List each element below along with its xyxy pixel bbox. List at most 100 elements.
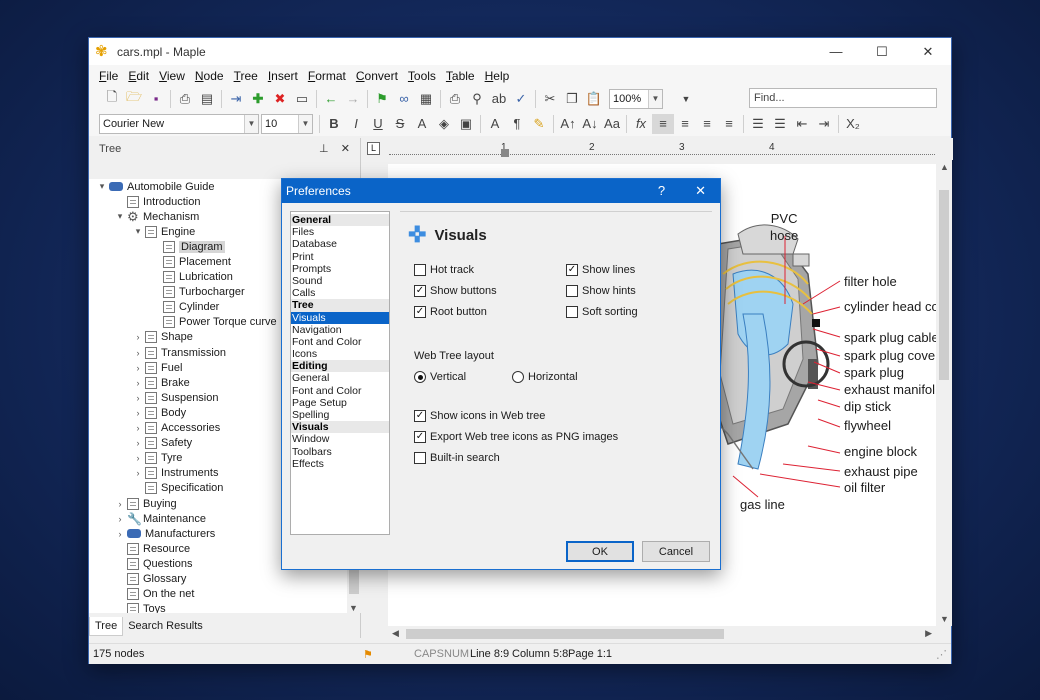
paragraph-icon[interactable]: ¶: [506, 114, 528, 134]
menu-tools[interactable]: Tools: [408, 69, 436, 83]
menu-convert[interactable]: Convert: [356, 69, 398, 83]
expander-icon[interactable]: ›: [133, 363, 143, 373]
rename-icon[interactable]: ▭: [291, 89, 313, 109]
strikethrough-icon[interactable]: S: [389, 114, 411, 134]
expander-icon[interactable]: ▾: [133, 226, 143, 237]
menu-view[interactable]: View: [159, 69, 185, 83]
horizontal-scroll-thumb[interactable]: [406, 629, 724, 639]
expander-icon[interactable]: ›: [133, 393, 143, 403]
open-folder-icon[interactable]: 🗁: [123, 89, 145, 109]
grow-font-icon[interactable]: A↑: [557, 114, 579, 134]
replace-icon[interactable]: ab: [488, 89, 510, 109]
close-icon[interactable]: ✕: [341, 143, 350, 155]
underline-icon[interactable]: U: [367, 114, 389, 134]
increase-indent-icon[interactable]: ⇥: [813, 114, 835, 134]
pin-icon[interactable]: ⊥: [319, 143, 329, 155]
function-icon[interactable]: fx: [630, 114, 652, 134]
scroll-up-icon[interactable]: ▲: [940, 162, 949, 172]
category-item[interactable]: General: [291, 372, 389, 384]
horizontal-radio[interactable]: Horizontal: [512, 371, 578, 383]
category-item[interactable]: Visuals: [291, 311, 389, 324]
tree-node[interactable]: Toys: [89, 602, 347, 613]
italic-icon[interactable]: I: [345, 114, 367, 134]
menu-tree[interactable]: Tree: [234, 69, 258, 83]
delete-node-icon[interactable]: ✖: [269, 89, 291, 109]
tree-node[interactable]: Glossary: [89, 571, 347, 586]
find-binoculars-icon[interactable]: ⚲: [466, 89, 488, 109]
format-painter-icon[interactable]: ✎: [528, 114, 550, 134]
menu-insert[interactable]: Insert: [268, 69, 298, 83]
tree-node[interactable]: On the net: [89, 587, 347, 602]
decrease-indent-icon[interactable]: ⇤: [791, 114, 813, 134]
borders-icon[interactable]: ▣: [455, 114, 477, 134]
text-color-icon[interactable]: A: [411, 114, 433, 134]
export-icon[interactable]: ⇥: [225, 89, 247, 109]
expander-icon[interactable]: ▾: [97, 181, 107, 192]
new-icon[interactable]: 🗋: [101, 89, 123, 109]
show-lines-checkbox[interactable]: ✓ Show lines: [566, 264, 635, 276]
category-item[interactable]: Print: [291, 251, 389, 263]
subscript-icon[interactable]: X₂: [842, 114, 864, 134]
print-icon[interactable]: ⎙: [174, 89, 196, 109]
font-icon[interactable]: A: [484, 114, 506, 134]
builtin-search-checkbox[interactable]: Built-in search: [414, 452, 500, 464]
help-button[interactable]: ?: [658, 183, 665, 199]
resize-grip-icon[interactable]: ⋰: [936, 648, 947, 661]
document-horizontal-scrollbar[interactable]: ◀ ▶: [388, 626, 936, 642]
paste-icon[interactable]: 📋: [583, 89, 605, 109]
justify-icon[interactable]: ≡: [718, 114, 740, 134]
category-item[interactable]: Files: [291, 226, 389, 238]
maximize-button[interactable]: ☐: [859, 38, 905, 65]
chevron-down-icon[interactable]: ▼: [675, 89, 697, 109]
add-node-icon[interactable]: ✚: [247, 89, 269, 109]
soft-sorting-checkbox[interactable]: Soft sorting: [566, 306, 638, 318]
category-item[interactable]: Sound: [291, 275, 389, 287]
hot-track-checkbox[interactable]: Hot track: [414, 264, 474, 276]
save-icon[interactable]: ▪: [145, 89, 167, 109]
category-item[interactable]: Prompts: [291, 263, 389, 275]
indent-marker[interactable]: [501, 149, 509, 157]
forward-arrow-icon[interactable]: →: [342, 89, 364, 109]
scroll-down-icon[interactable]: ▼: [349, 603, 358, 613]
scroll-right-icon[interactable]: ▶: [925, 628, 932, 639]
cancel-button[interactable]: Cancel: [642, 541, 710, 562]
tab-tree[interactable]: Tree: [89, 616, 124, 636]
font-size-combo[interactable]: 10 ▼: [261, 113, 313, 134]
align-right-icon[interactable]: ≡: [696, 114, 718, 134]
expander-icon[interactable]: ›: [133, 438, 143, 448]
back-arrow-icon[interactable]: ←: [320, 89, 342, 109]
ok-button[interactable]: OK: [566, 541, 634, 562]
bullet-list-icon[interactable]: ☰: [769, 114, 791, 134]
document-vertical-scrollbar[interactable]: ▲ ▼: [936, 160, 952, 626]
tab-search-results[interactable]: Search Results: [123, 617, 208, 635]
bold-icon[interactable]: B: [323, 114, 345, 134]
zoom-combo[interactable]: 100% ▼: [609, 88, 663, 109]
menu-file[interactable]: File: [99, 69, 118, 83]
minimize-button[interactable]: —: [813, 38, 859, 65]
expander-icon[interactable]: ›: [133, 348, 143, 358]
printer-icon[interactable]: ⎙: [444, 89, 466, 109]
show-buttons-checkbox[interactable]: ✓ Show buttons: [414, 285, 497, 297]
expander-icon[interactable]: ›: [133, 408, 143, 418]
spellcheck-icon[interactable]: ✓: [510, 89, 532, 109]
expander-icon[interactable]: ›: [115, 499, 125, 509]
menu-edit[interactable]: Edit: [128, 69, 149, 83]
vertical-radio[interactable]: Vertical: [414, 371, 466, 383]
menu-node[interactable]: Node: [195, 69, 224, 83]
print-preview-icon[interactable]: ▤: [196, 89, 218, 109]
expander-icon[interactable]: ›: [133, 468, 143, 478]
expander-icon[interactable]: ›: [115, 529, 125, 539]
copy-icon[interactable]: ❐: [561, 89, 583, 109]
expander-icon[interactable]: ›: [133, 378, 143, 388]
tab-stop-icon[interactable]: L: [367, 142, 380, 155]
fill-color-icon[interactable]: ◈: [433, 114, 455, 134]
bookmark-icon[interactable]: ⚑: [371, 89, 393, 109]
align-center-icon[interactable]: ≡: [674, 114, 696, 134]
category-item[interactable]: Font and Color: [291, 385, 389, 397]
scroll-down-icon[interactable]: ▼: [940, 614, 949, 624]
show-icons-web-tree-checkbox[interactable]: ✓ Show icons in Web tree: [414, 410, 545, 422]
scroll-left-icon[interactable]: ◀: [392, 628, 399, 639]
find-input[interactable]: Find...: [749, 88, 937, 108]
expander-icon[interactable]: ›: [133, 453, 143, 463]
shrink-font-icon[interactable]: A↓: [579, 114, 601, 134]
